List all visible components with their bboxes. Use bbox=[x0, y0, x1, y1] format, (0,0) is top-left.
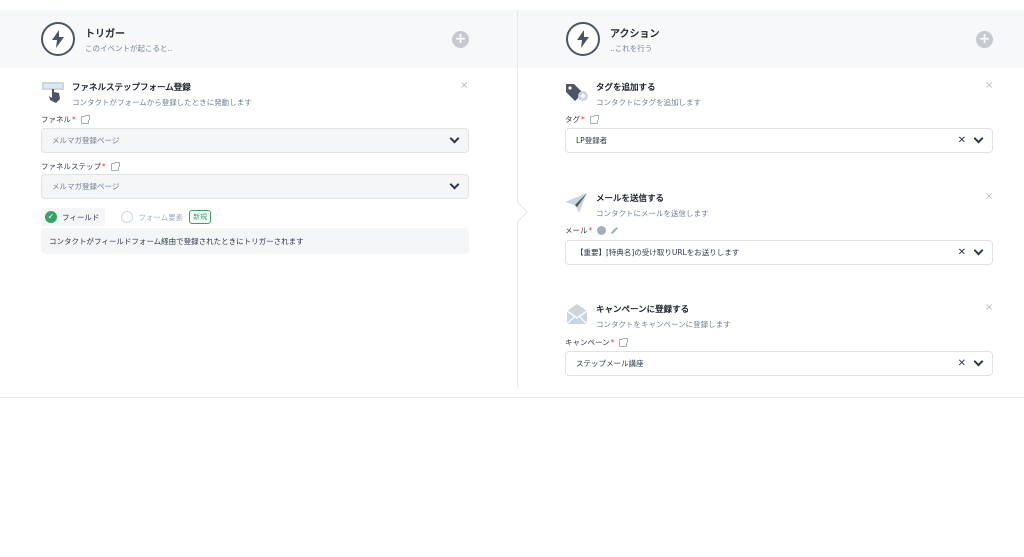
remove-action-3-close-icon[interactable]: × bbox=[985, 302, 993, 313]
trigger-note: コンタクトがフィールドフォーム経由で登録されたときにトリガーされます bbox=[41, 228, 469, 254]
add-trigger-plus-icon[interactable]: + bbox=[452, 31, 469, 48]
form-type-options: ✓ フィールド フォーム要素 新規 bbox=[41, 208, 212, 226]
action-column: アクション ..これを行う + タグを追加する コンタクトにタグを追加します ×… bbox=[518, 10, 1024, 388]
action-1-subtitle: コンタクトにタグを追加します bbox=[596, 98, 701, 107]
clear-icon[interactable]: ✕ bbox=[958, 247, 966, 258]
email-label: メール * bbox=[565, 225, 619, 236]
action-bolt-icon bbox=[566, 22, 600, 56]
external-link-icon[interactable] bbox=[619, 337, 629, 347]
paper-plane-icon bbox=[565, 193, 587, 217]
chevron-down-icon bbox=[973, 245, 984, 256]
funnel-step-label: ファネルステップ * bbox=[41, 161, 120, 172]
clear-icon[interactable]: ✕ bbox=[958, 135, 966, 146]
external-link-icon[interactable] bbox=[589, 114, 599, 124]
option-field[interactable]: ✓ フィールド bbox=[41, 208, 106, 226]
chevron-down-icon bbox=[973, 133, 984, 144]
action-subtitle: ..これを行う bbox=[610, 43, 653, 53]
external-link-icon[interactable] bbox=[110, 161, 120, 171]
trigger-header: トリガー このイベントが起こると.. bbox=[41, 10, 172, 68]
tag-select[interactable]: LP登録者 ✕ bbox=[565, 128, 993, 153]
action-header: アクション ..これを行う bbox=[566, 10, 660, 68]
new-badge: 新規 bbox=[189, 210, 212, 224]
trigger-bolt-icon bbox=[41, 22, 75, 56]
remove-action-1-close-icon[interactable]: × bbox=[985, 80, 993, 91]
add-circle-icon[interactable] bbox=[597, 226, 607, 235]
campaign-label: キャンペーン * bbox=[565, 337, 629, 348]
funnel-select[interactable]: メルマガ登録ページ bbox=[41, 128, 469, 153]
option-form-element[interactable]: フォーム要素 新規 bbox=[121, 210, 212, 224]
trigger-title: トリガー bbox=[85, 28, 125, 40]
trigger-subtitle: このイベントが起こると.. bbox=[85, 43, 173, 53]
action-3-subtitle: コンタクトをキャンペーンに登録します bbox=[596, 320, 731, 329]
action-3-title: キャンペーンに登録する bbox=[596, 305, 690, 315]
funnel-step-select[interactable]: メルマガ登録ページ bbox=[41, 174, 469, 199]
mail-campaign-icon bbox=[565, 303, 589, 329]
radio-empty-icon bbox=[121, 211, 134, 223]
trigger-block-title: ファネルステップフォーム登録 bbox=[72, 83, 191, 93]
action-title: アクション bbox=[610, 28, 660, 40]
tag-label: タグ * bbox=[565, 114, 599, 125]
email-select[interactable]: 【重要】[特典名]の受け取りURLをお送りします ✕ bbox=[565, 240, 993, 265]
remove-trigger-close-icon[interactable]: × bbox=[460, 80, 468, 91]
trigger-column: トリガー このイベントが起こると.. + ファネルステップフォーム登録 コンタク… bbox=[0, 10, 518, 388]
clear-icon[interactable]: ✕ bbox=[958, 358, 966, 369]
external-link-icon[interactable] bbox=[80, 114, 90, 124]
funnel-label: ファネル * bbox=[41, 114, 90, 125]
action-2-title: メールを送信する bbox=[596, 194, 665, 204]
pencil-icon[interactable] bbox=[610, 226, 619, 235]
action-1-title: タグを追加する bbox=[596, 83, 656, 93]
campaign-select[interactable]: ステップメール講座 ✕ bbox=[565, 351, 993, 376]
tag-add-icon bbox=[565, 82, 589, 106]
automation-editor: トリガー このイベントが起こると.. + ファネルステップフォーム登録 コンタク… bbox=[0, 0, 1024, 557]
bottom-border bbox=[0, 397, 1024, 398]
action-2-subtitle: コンタクトにメールを送信します bbox=[596, 209, 709, 218]
remove-action-2-close-icon[interactable]: × bbox=[985, 191, 993, 202]
chevron-down-icon bbox=[973, 356, 984, 367]
check-circle-icon: ✓ bbox=[45, 211, 57, 223]
chevron-down-icon bbox=[449, 133, 460, 144]
chevron-down-icon bbox=[449, 179, 460, 190]
funnel-hand-icon bbox=[41, 80, 65, 108]
trigger-block-subtitle: コンタクトがフォームから登録したときに発動します bbox=[72, 98, 252, 107]
add-action-plus-icon[interactable]: + bbox=[976, 31, 993, 48]
